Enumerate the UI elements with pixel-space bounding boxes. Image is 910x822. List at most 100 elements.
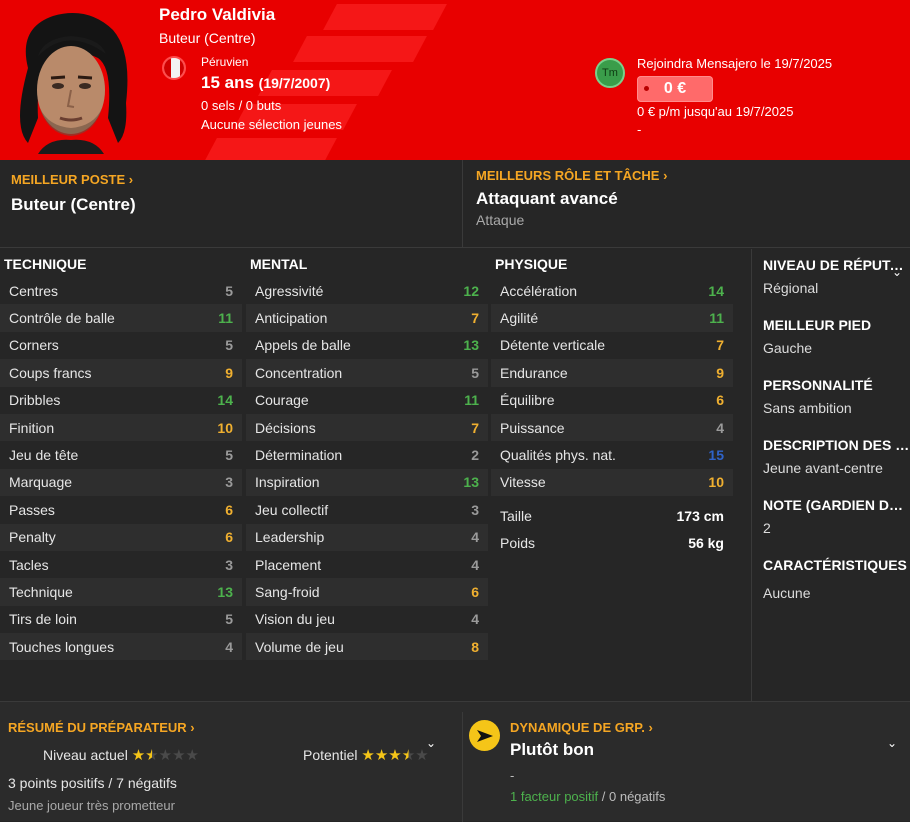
attribute-row[interactable]: Passes 6: [0, 496, 242, 523]
coach-report-panel[interactable]: RÉSUMÉ DU PRÉPARATEUR ›: [8, 720, 458, 735]
attribute-row[interactable]: Équilibre 6: [491, 387, 733, 414]
attribute-label: Finition: [9, 419, 55, 436]
attribute-row[interactable]: Penalty 6: [0, 523, 242, 551]
traits-item: CARACTÉRISTIQUES Aucune: [763, 557, 910, 601]
factor-separator: /: [598, 789, 609, 804]
dynamics-title[interactable]: DYNAMIQUE DE GRP. ›: [510, 720, 653, 735]
attribute-value: 4: [716, 419, 724, 436]
attribute-label: Détente verticale: [500, 337, 606, 354]
attribute-row[interactable]: Tacles 3: [0, 551, 242, 578]
chevron-right-icon: ›: [190, 720, 195, 735]
attribute-value: 6: [225, 529, 233, 546]
dynamics-arrow-icon: [469, 720, 500, 751]
attribute-value: 4: [471, 529, 479, 546]
attribute-label: Accélération: [500, 282, 578, 299]
chevron-right-icon: ›: [128, 172, 134, 187]
best-position-title[interactable]: MEILLEUR POSTE ›: [11, 172, 136, 187]
attribute-row[interactable]: Décisions 7: [246, 413, 488, 442]
current-ability: Niveau actuel ★★★★★: [43, 746, 199, 764]
attribute-row[interactable]: Accélération 14: [491, 277, 733, 304]
attribute-value: 10: [217, 419, 233, 436]
chevron-down-icon[interactable]: ⌄: [892, 265, 902, 279]
attribute-row[interactable]: Agressivité 12: [246, 277, 488, 304]
attribute-row[interactable]: Vision du jeu 4: [246, 606, 488, 633]
preferred-foot-item: MEILLEUR PIED Gauche: [763, 317, 910, 356]
attribute-label: Placement: [255, 556, 322, 573]
attribute-row[interactable]: Marquage 3: [0, 468, 242, 497]
attribute-label: Qualités phys. nat.: [500, 447, 616, 464]
best-position-row: MEILLEUR POSTE › Buteur (Centre) MEILLEU…: [0, 160, 910, 248]
attribute-label: Touches longues: [9, 638, 115, 655]
attribute-row[interactable]: Détermination 2: [246, 441, 488, 468]
attribute-row[interactable]: Inspiration 13: [246, 468, 488, 497]
attribute-row[interactable]: Courage 11: [246, 387, 488, 414]
dynamics-factors: 1 facteur positif / 0 négatifs: [510, 789, 665, 804]
technical-column: TECHNIQUE Centres 5 Contrôle de balle 11 Cor…: [0, 249, 242, 661]
attribute-row[interactable]: Jeu de tête 5: [0, 441, 242, 468]
attribute-value: 11: [709, 310, 724, 327]
attribute-row[interactable]: Placement 4: [246, 551, 488, 578]
attribute-value: 7: [471, 419, 479, 436]
best-role-panel[interactable]: MEILLEURS RÔLE ET TÂCHE › Attaquant avan…: [476, 168, 667, 228]
attribute-row[interactable]: Leadership 4: [246, 523, 488, 551]
club-badge-icon[interactable]: Tm: [595, 58, 625, 88]
attribute-row[interactable]: Finition 10: [0, 413, 242, 442]
physical-column: PHYSIQUE Accélération 14 Agilité 11 Détente …: [491, 249, 733, 556]
attribute-row[interactable]: Touches longues 4: [0, 633, 242, 661]
attribute-row[interactable]: Coups francs 9: [0, 359, 242, 387]
traits-value: Aucune: [763, 585, 811, 601]
attribute-label: Centres: [9, 282, 59, 299]
player-position: Buteur (Centre): [159, 30, 256, 46]
dynamics-value: Plutôt bon: [510, 740, 595, 759]
coach-report-title[interactable]: RÉSUMÉ DU PRÉPARATEUR ›: [8, 720, 458, 735]
attribute-row[interactable]: Vitesse 10: [491, 468, 733, 497]
attribute-value: 7: [716, 337, 724, 354]
attribute-row[interactable]: Jeu collectif 3: [246, 496, 488, 523]
potential-ability: Potentiel ★★★★★: [303, 746, 429, 764]
attribute-row[interactable]: Concentration 5: [246, 359, 488, 387]
chevron-down-icon[interactable]: ⌄: [887, 736, 897, 750]
media-description-item: DESCRIPTION DES MÉDIAS Jeune avant-centr…: [763, 437, 910, 476]
attribute-value: 9: [225, 364, 233, 381]
attribute-row[interactable]: Appels de balle 13: [246, 332, 488, 359]
attribute-row[interactable]: Sang-froid 6: [246, 578, 488, 606]
gk-rating-item: NOTE (GARDIEN DE BUT) 2: [763, 497, 910, 536]
attribute-row[interactable]: Corners 5: [0, 332, 242, 359]
attribute-label: Corners: [9, 337, 59, 354]
attribute-row[interactable]: Contrôle de balle 11: [0, 304, 242, 332]
attribute-label: Volume de jeu: [255, 638, 344, 655]
divider: [462, 712, 463, 822]
attribute-row[interactable]: Détente verticale 7: [491, 332, 733, 359]
best-role-title[interactable]: MEILLEURS RÔLE ET TÂCHE ›: [476, 168, 667, 183]
attribute-row[interactable]: Tirs de loin 5: [0, 606, 242, 633]
attribute-value: 6: [471, 583, 479, 600]
attribute-row[interactable]: Dribbles 14: [0, 387, 242, 414]
reputation-value: Régional: [763, 280, 819, 296]
attribute-value: 4: [471, 556, 479, 573]
star-icon: ★: [145, 747, 159, 764]
attribute-row[interactable]: Qualités phys. nat. 15: [491, 441, 733, 468]
attribute-label: Penalty: [9, 529, 56, 546]
attribute-value: 2: [471, 447, 479, 464]
attribute-row[interactable]: Anticipation 7: [246, 304, 488, 332]
attribute-row[interactable]: Centres 5: [0, 277, 242, 304]
player-age: 15 ans (19/7/2007): [201, 73, 331, 92]
attribute-row[interactable]: Agilité 11: [491, 304, 733, 332]
foot-value: Gauche: [763, 340, 813, 356]
attribute-row[interactable]: Technique 13: [0, 578, 242, 606]
attribute-label: Technique: [9, 583, 73, 600]
attribute-row[interactable]: Endurance 9: [491, 359, 733, 387]
best-position-panel[interactable]: MEILLEUR POSTE › Buteur (Centre): [11, 172, 136, 215]
reputation-item[interactable]: NIVEAU DE RÉPUTATION Régional: [763, 257, 910, 296]
weight-label: Poids: [500, 534, 536, 551]
negative-factors[interactable]: 0 négatifs: [609, 789, 665, 804]
attribute-label: Équilibre: [500, 392, 555, 409]
positive-factors[interactable]: 1 facteur positif: [510, 789, 598, 804]
attribute-value: 11: [464, 392, 479, 409]
potential-stars: ★★★★★: [361, 747, 428, 764]
attribute-row[interactable]: Puissance 4: [491, 413, 733, 442]
attribute-value: 5: [225, 282, 233, 299]
mental-column: MENTAL Agressivité 12 Anticipation 7 Appels …: [246, 249, 488, 661]
attribute-label: Vitesse: [500, 474, 546, 491]
attribute-row[interactable]: Volume de jeu 8: [246, 633, 488, 661]
